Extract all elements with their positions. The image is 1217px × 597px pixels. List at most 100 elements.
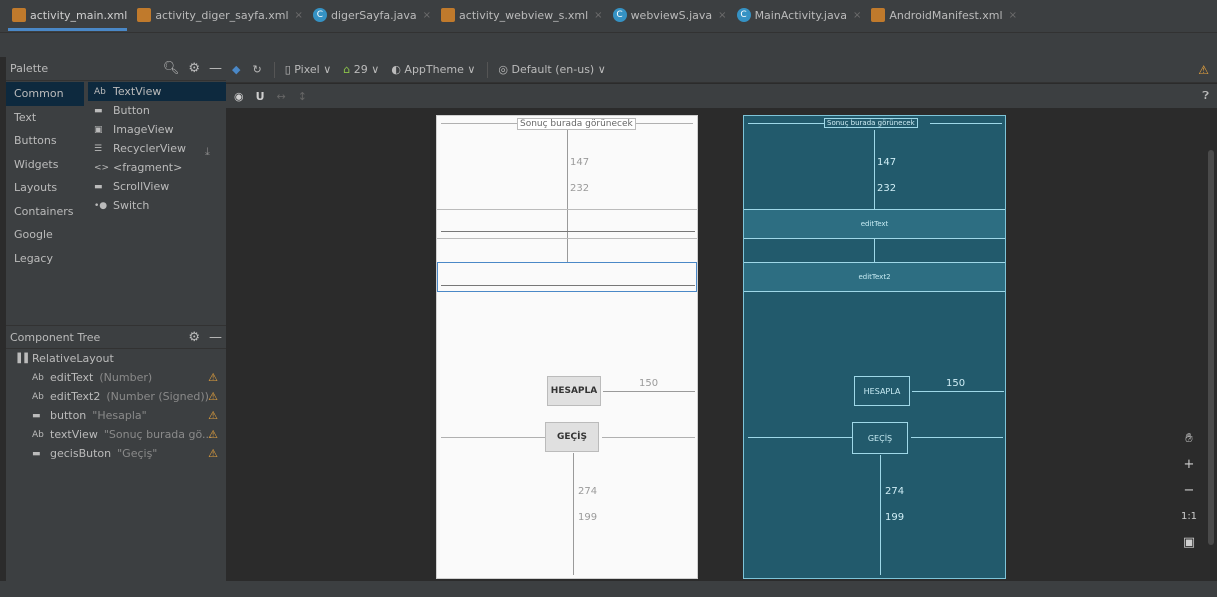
editor-tab-5[interactable]: C MainActivity.java × — [733, 0, 868, 30]
left-panel: Palette 🔍︎ ⚙ — Common Text Buttons Widgets L… — [6, 57, 226, 581]
palette-widget[interactable]: •● Switch — [88, 196, 226, 215]
minimize-icon[interactable]: — — [209, 330, 222, 345]
zoom-out-icon[interactable]: − — [1184, 477, 1195, 503]
constraint-line — [567, 130, 568, 262]
edittext2-blueprint[interactable]: editText2 — [744, 262, 1005, 292]
palette-widget[interactable]: <> <fragment> — [88, 158, 226, 177]
theme-dropdown[interactable]: ◐ AppTheme ∨ — [391, 63, 475, 76]
editor-tab-1[interactable]: activity_diger_sayfa.xml × — [133, 0, 309, 30]
eye-icon[interactable]: ◉ — [234, 90, 244, 103]
tab-strip-spacer — [0, 33, 1217, 57]
magnet-icon[interactable]: U — [256, 90, 265, 103]
tree-nodes: Ab editText (Number) ⚠ Ab editText2 (Number (S… — [6, 368, 226, 463]
orientation-icon[interactable]: ↻ — [252, 63, 261, 76]
constraint-spring — [748, 437, 852, 438]
zoom-actual-size-button[interactable]: 1:1 — [1181, 503, 1197, 529]
horizontal-resize-icon[interactable]: ↔ — [277, 90, 286, 103]
blueprint-surface[interactable]: Sonuç burada görünecek 147 232 editText … — [743, 115, 1006, 579]
gecis-button[interactable]: GEÇİŞ — [852, 422, 908, 454]
vertical-resize-icon[interactable]: ↕ — [298, 90, 307, 103]
layers-icon[interactable]: ◆ — [232, 63, 240, 76]
constraint-spring — [441, 123, 517, 124]
constraint-spring — [441, 437, 545, 438]
palette-widget[interactable]: ▣ ImageView — [88, 120, 226, 139]
zoom-in-icon[interactable]: + — [1184, 451, 1195, 477]
pan-hand-icon[interactable]: ✋︎ — [1185, 425, 1192, 451]
locale-label: Default (en-us) — [511, 63, 595, 76]
palette-category-common[interactable]: Common — [6, 82, 84, 106]
dimension-label: 232 — [877, 183, 897, 194]
warning-icon[interactable]: ⚠ — [208, 390, 218, 403]
textview-result[interactable]: Sonuç burada görünecek — [824, 118, 918, 128]
hesapla-button[interactable]: HESAPLA — [854, 376, 910, 406]
close-icon[interactable]: × — [594, 10, 602, 21]
editor-tab-0[interactable]: activity_main.xml — [8, 0, 133, 31]
widget-icon: Ab — [94, 86, 106, 97]
warning-icon[interactable]: ⚠ — [208, 447, 218, 460]
dimension-label: 232 — [570, 183, 590, 194]
close-icon[interactable]: × — [853, 10, 861, 21]
editor-tab-4[interactable]: CwebviewS.java × — [609, 0, 733, 30]
constraint-line — [603, 391, 695, 392]
close-icon[interactable]: × — [1009, 10, 1017, 21]
warning-icon[interactable]: ⚠ — [1198, 63, 1209, 77]
close-icon[interactable]: × — [295, 10, 303, 21]
tab-label: digerSayfa.java — [330, 8, 417, 22]
editor-tab-6[interactable]: AndroidManifest.xml × — [867, 0, 1023, 30]
tree-node-gecisButon[interactable]: ▬ gecisButon "Geçiş" ⚠ — [6, 444, 226, 463]
help-icon[interactable]: ❓︎ — [1202, 89, 1209, 103]
tree-root-relativelayout[interactable]: ▐▐ RelativeLayout — [6, 349, 226, 368]
dimension-label: 147 — [570, 157, 590, 168]
fit-screen-icon[interactable]: ▣ — [1183, 529, 1195, 555]
component-tree-panel: Component Tree ⚙ — ▐▐ RelativeLayout Ab e… — [6, 325, 226, 463]
editor-tab-bar: activity_main.xml activity_diger_sayfa.xm… — [0, 0, 1217, 33]
gecis-button[interactable]: GEÇİŞ — [545, 422, 599, 452]
editor-tab-2[interactable]: CdigerSayfa.java × — [309, 0, 437, 30]
warning-icon[interactable]: ⚠ — [208, 371, 218, 384]
tree-node-button[interactable]: ▬ button "Hesapla" ⚠ — [6, 406, 226, 425]
palette-category-legacy[interactable]: Legacy — [6, 247, 84, 271]
palette-category-containers[interactable]: Containers — [6, 200, 84, 224]
toolbar-divider — [487, 61, 489, 78]
tree-root-label: RelativeLayout — [32, 352, 114, 365]
tab-label: activity_main.xml — [30, 8, 128, 22]
textview-result[interactable]: Sonuç burada görünecek — [517, 118, 636, 130]
xml-file-icon — [441, 8, 456, 22]
device-dropdown[interactable]: ▯ Pixel ∨ — [285, 63, 332, 76]
palette-category-buttons[interactable]: Buttons — [6, 129, 84, 153]
api-dropdown[interactable]: ⌂ 29 ∨ — [343, 63, 379, 76]
design-surface[interactable]: Sonuç burada görünecek 147 232 HESAPLA 1… — [436, 115, 698, 579]
download-icon[interactable]: ⤓ — [205, 145, 210, 159]
tree-node-textView[interactable]: Ab textView "Sonuç burada gö... ⚠ — [6, 425, 226, 444]
widget-label: Button — [113, 104, 150, 117]
widget-icon: ▣ — [94, 124, 103, 135]
palette-category-widgets[interactable]: Widgets — [6, 153, 84, 177]
locale-dropdown[interactable]: ◎ Default (en-us) ∨ — [498, 63, 605, 76]
minimize-icon[interactable]: — — [209, 61, 222, 76]
edittext-blueprint[interactable]: editText — [744, 209, 1005, 239]
palette-category-text[interactable]: Text — [6, 106, 84, 130]
edittext2-selected[interactable] — [437, 262, 697, 292]
editor-tab-3[interactable]: activity_webview_s.xml × — [437, 0, 609, 30]
palette-category-layouts[interactable]: Layouts — [6, 176, 84, 200]
hesapla-button[interactable]: HESAPLA — [547, 376, 601, 406]
tree-node-name: textView — [50, 428, 98, 441]
palette-category-google[interactable]: Google — [6, 223, 84, 247]
tree-node-name: button — [50, 409, 87, 422]
palette-widget[interactable]: Ab TextView — [88, 82, 226, 101]
palette-widget[interactable]: ▬ ScrollView — [88, 177, 226, 196]
warning-icon[interactable]: ⚠ — [208, 409, 218, 422]
gear-icon[interactable]: ⚙ — [188, 330, 200, 345]
canvas-scrollbar[interactable] — [1208, 150, 1214, 545]
search-icon[interactable]: 🔍︎ — [163, 61, 180, 76]
close-icon[interactable]: × — [423, 10, 431, 21]
warning-icon[interactable]: ⚠ — [208, 428, 218, 441]
gear-icon[interactable]: ⚙ — [188, 61, 200, 76]
widget-icon: ▬ — [94, 105, 103, 116]
close-icon[interactable]: × — [718, 10, 726, 21]
design-canvas[interactable] — [226, 108, 1217, 581]
palette-widget[interactable]: ▬ Button — [88, 101, 226, 120]
tree-node-editText[interactable]: Ab editText (Number) ⚠ — [6, 368, 226, 387]
palette-header: Palette 🔍︎ ⚙ — — [6, 57, 226, 81]
tree-node-editText2[interactable]: Ab editText2 (Number (Signed)) ⚠ — [6, 387, 226, 406]
